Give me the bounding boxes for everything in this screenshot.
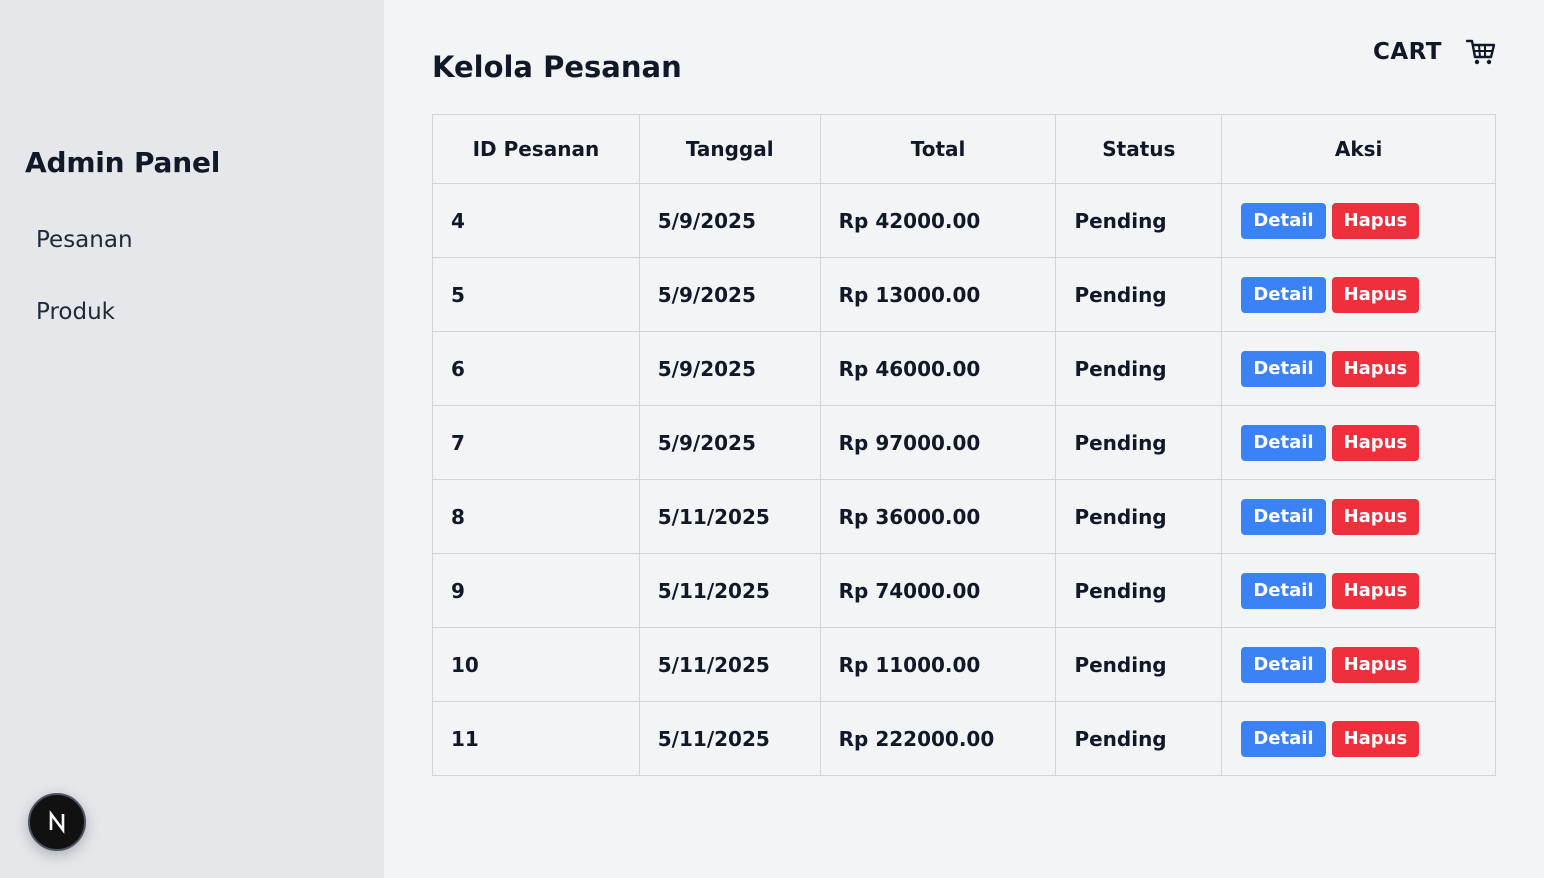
order-status-cell: Pending — [1055, 701, 1223, 776]
order-status-cell: Pending — [1055, 257, 1223, 332]
sidebar-title: Admin Panel — [25, 146, 221, 179]
detail-button[interactable]: Detail — [1241, 646, 1326, 683]
order-total-cell: Rp 36000.00 — [819, 479, 1057, 554]
order-date-cell: 5/9/2025 — [638, 331, 821, 406]
page-title: Kelola Pesanan — [432, 50, 682, 84]
order-id-cell: 11 — [432, 701, 640, 776]
order-date-cell: 5/9/2025 — [638, 183, 821, 258]
order-id-cell: 4 — [432, 183, 640, 258]
order-actions-cell: Detail Hapus — [1221, 257, 1496, 332]
order-date-cell: 5/9/2025 — [638, 405, 821, 480]
table-row: 4 5/9/2025 Rp 42000.00 Pending Detail Hapus — [432, 183, 1496, 258]
order-date-cell: 5/11/2025 — [638, 627, 821, 702]
detail-button[interactable]: Detail — [1241, 202, 1326, 239]
sidebar: Admin Panel Pesanan Produk — [0, 0, 384, 878]
table-row: 5 5/9/2025 Rp 13000.00 Pending Detail Hapus — [432, 257, 1496, 332]
table-row: 7 5/9/2025 Rp 97000.00 Pending Detail Hapus — [432, 405, 1496, 480]
order-id-cell: 6 — [432, 331, 640, 406]
sidebar-item-pesanan[interactable]: Pesanan — [36, 222, 133, 294]
order-status-cell: Pending — [1055, 479, 1223, 554]
order-status-cell: Pending — [1055, 183, 1223, 258]
order-actions-cell: Detail Hapus — [1221, 553, 1496, 628]
nextjs-dev-badge[interactable] — [28, 793, 86, 851]
column-header-actions: Aksi — [1221, 114, 1496, 184]
order-status-cell: Pending — [1055, 405, 1223, 480]
order-id-cell: 7 — [432, 405, 640, 480]
column-header-date: Tanggal — [638, 114, 821, 184]
detail-button[interactable]: Detail — [1241, 572, 1326, 609]
sidebar-item-produk[interactable]: Produk — [36, 294, 133, 366]
table-row: 6 5/9/2025 Rp 46000.00 Pending Detail Hapus — [432, 331, 1496, 406]
table-row: 9 5/11/2025 Rp 74000.00 Pending Detail Hapus — [432, 553, 1496, 628]
delete-button[interactable]: Hapus — [1331, 424, 1420, 461]
delete-button[interactable]: Hapus — [1331, 350, 1420, 387]
order-status-cell: Pending — [1055, 331, 1223, 406]
table-row: 11 5/11/2025 Rp 222000.00 Pending Detail Hapu… — [432, 701, 1496, 776]
table-header: ID Pesanan Tanggal Total Status Aksi — [432, 114, 1496, 184]
table-row: 8 5/11/2025 Rp 36000.00 Pending Detail Hapus — [432, 479, 1496, 554]
order-total-cell: Rp 74000.00 — [819, 553, 1057, 628]
table-header-row: ID Pesanan Tanggal Total Status Aksi — [432, 114, 1496, 184]
delete-button[interactable]: Hapus — [1331, 720, 1420, 757]
detail-button[interactable]: Detail — [1241, 720, 1326, 757]
table-body: 4 5/9/2025 Rp 42000.00 Pending Detail Hapus 5 5… — [432, 183, 1496, 776]
order-id-cell: 5 — [432, 257, 640, 332]
table-row: 10 5/11/2025 Rp 11000.00 Pending Detail Hapus — [432, 627, 1496, 702]
column-header-status: Status — [1055, 114, 1223, 184]
delete-button[interactable]: Hapus — [1331, 498, 1420, 535]
order-actions-cell: Detail Hapus — [1221, 627, 1496, 702]
app-root: Admin Panel Pesanan Produk Kelola Pesana… — [0, 0, 1544, 878]
detail-button[interactable]: Detail — [1241, 424, 1326, 461]
order-total-cell: Rp 11000.00 — [819, 627, 1057, 702]
detail-button[interactable]: Detail — [1241, 498, 1326, 535]
order-id-cell: 9 — [432, 553, 640, 628]
column-header-total: Total — [819, 114, 1057, 184]
order-total-cell: Rp 97000.00 — [819, 405, 1057, 480]
order-date-cell: 5/11/2025 — [638, 701, 821, 776]
delete-button[interactable]: Hapus — [1331, 646, 1420, 683]
order-actions-cell: Detail Hapus — [1221, 183, 1496, 258]
order-id-cell: 8 — [432, 479, 640, 554]
order-date-cell: 5/11/2025 — [638, 553, 821, 628]
nextjs-logo-icon — [49, 810, 65, 834]
column-header-id: ID Pesanan — [432, 114, 640, 184]
delete-button[interactable]: Hapus — [1331, 202, 1420, 239]
order-date-cell: 5/11/2025 — [638, 479, 821, 554]
orders-table: ID Pesanan Tanggal Total Status Aksi 4 5/… — [432, 114, 1496, 776]
detail-button[interactable]: Detail — [1241, 350, 1326, 387]
order-status-cell: Pending — [1055, 553, 1223, 628]
cart-label: CART — [1372, 39, 1442, 65]
cart-link[interactable]: CART — [1373, 38, 1496, 66]
order-actions-cell: Detail Hapus — [1221, 331, 1496, 406]
detail-button[interactable]: Detail — [1241, 276, 1326, 313]
order-total-cell: Rp 46000.00 — [819, 331, 1057, 406]
order-date-cell: 5/9/2025 — [638, 257, 821, 332]
order-total-cell: Rp 13000.00 — [819, 257, 1057, 332]
sidebar-nav: Pesanan Produk — [36, 222, 133, 366]
order-actions-cell: Detail Hapus — [1221, 701, 1496, 776]
cart-icon — [1466, 39, 1496, 65]
order-total-cell: Rp 42000.00 — [819, 183, 1057, 258]
order-id-cell: 10 — [432, 627, 640, 702]
main-content: Kelola Pesanan CART ID Pesanan Tanggal T… — [384, 0, 1544, 878]
order-status-cell: Pending — [1055, 627, 1223, 702]
order-actions-cell: Detail Hapus — [1221, 479, 1496, 554]
delete-button[interactable]: Hapus — [1331, 572, 1420, 609]
order-actions-cell: Detail Hapus — [1221, 405, 1496, 480]
delete-button[interactable]: Hapus — [1331, 276, 1420, 313]
order-total-cell: Rp 222000.00 — [819, 701, 1057, 776]
